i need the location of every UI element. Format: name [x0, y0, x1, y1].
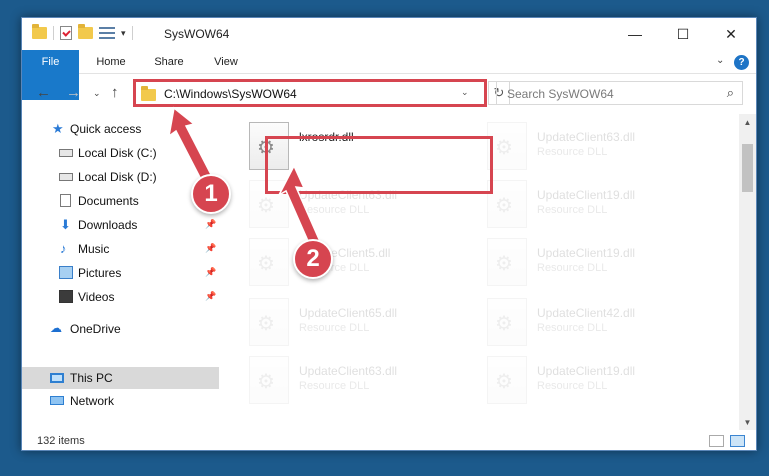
arrow-2 — [277, 164, 323, 251]
step-1-callout: 1 — [191, 174, 231, 214]
file-explorer-window: ▾ SysWOW64 — ☐ ✕ File Home Share View ⌄ … — [21, 17, 757, 451]
annotation-arrows — [167, 106, 323, 251]
step-2-callout: 2 — [293, 239, 333, 279]
